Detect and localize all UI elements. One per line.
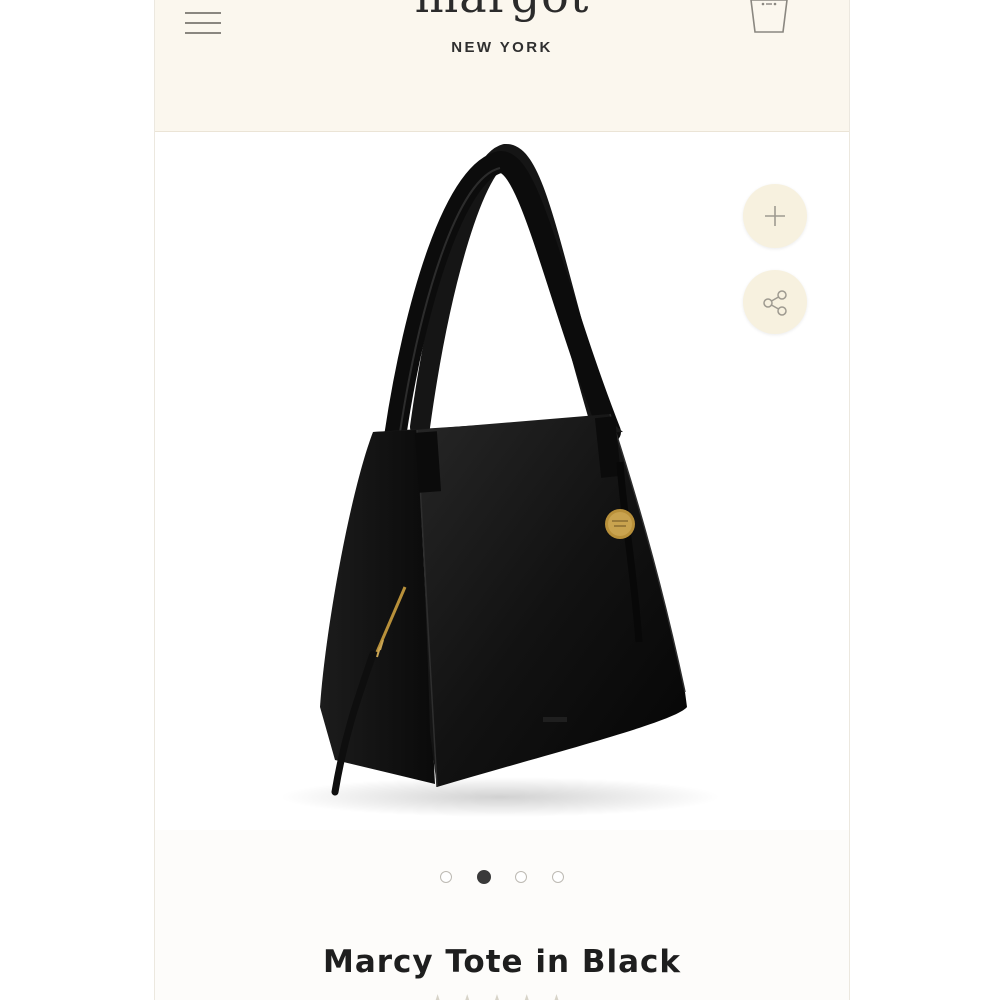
add-to-wishlist-button[interactable]: [743, 184, 807, 248]
product-title: Marcy Tote in Black: [322, 944, 682, 980]
share-icon: [763, 290, 787, 316]
site-header: margot NEW YORK: [155, 0, 849, 132]
carousel-dot-2[interactable]: [476, 869, 491, 884]
share-button[interactable]: [743, 270, 807, 334]
carousel-dots: [155, 868, 849, 886]
brand-location: NEW YORK: [451, 39, 553, 56]
rating-stars[interactable]: ★★★★★: [155, 990, 849, 1000]
plus-icon: [765, 206, 785, 226]
carousel-dot-4[interactable]: [551, 870, 564, 883]
mobile-page: margot NEW YORK: [154, 0, 850, 1000]
shopping-bag-icon[interactable]: [745, 0, 793, 38]
product-gallery[interactable]: [155, 132, 849, 830]
carousel-dot-3[interactable]: [515, 870, 528, 883]
carousel-dot-1[interactable]: [440, 870, 453, 883]
